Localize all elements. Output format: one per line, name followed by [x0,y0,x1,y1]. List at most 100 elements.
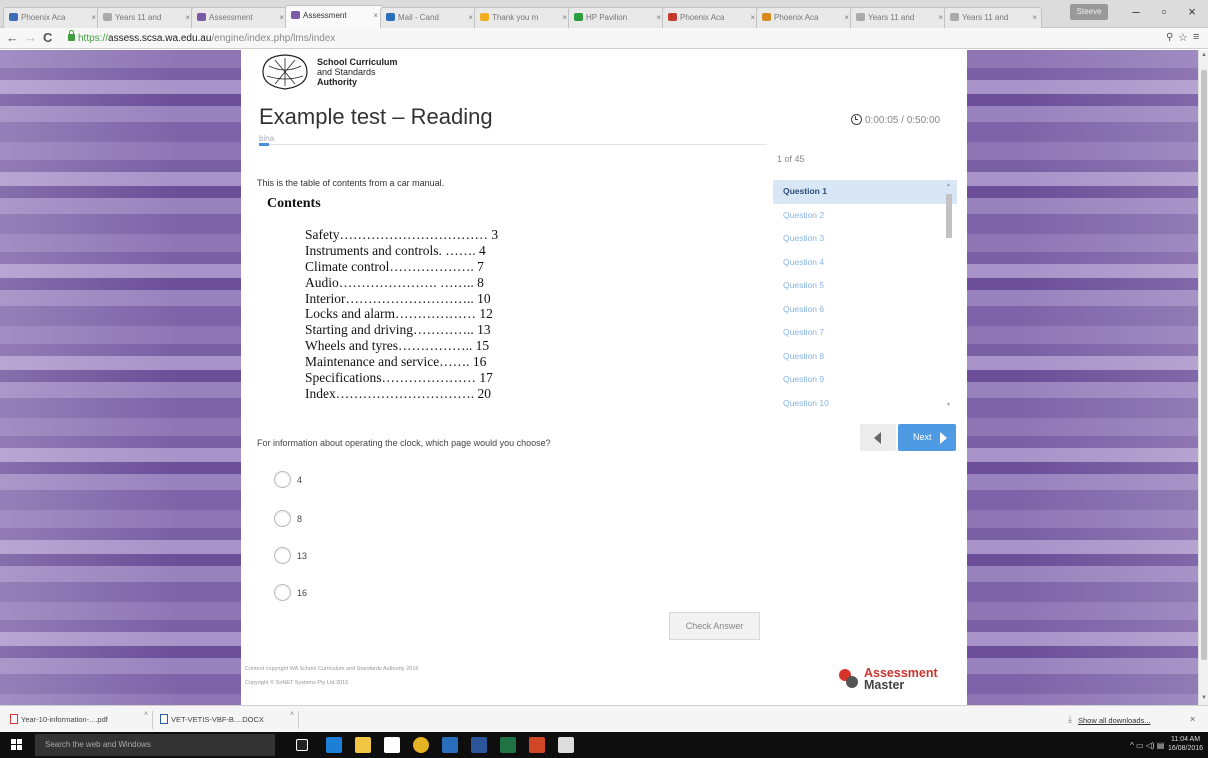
browser-tab[interactable]: Years 11 and × [850,7,948,28]
download-menu-arrow-icon[interactable]: ˄ [144,711,148,718]
scroll-up-icon[interactable]: ▲ [946,182,951,188]
question-list-scrollbar[interactable]: ▲ ▼ [944,182,952,410]
timer: 0:00:05 / 0:50:00 [851,114,940,126]
browser-tab[interactable]: HP Pavilion × [568,7,666,28]
forward-icon[interactable]: → [24,30,37,45]
scrollbar-thumb[interactable] [946,194,952,238]
file-explorer-icon[interactable] [355,737,371,753]
logo-line-3: Authority [317,77,357,87]
tab-close-icon[interactable]: × [185,13,190,22]
extension-icon[interactable]: ⚲ [1166,32,1173,43]
tab-close-icon[interactable]: × [938,13,943,22]
radio-button[interactable] [274,510,291,527]
browser-tab[interactable]: Years 11 and × [97,7,195,28]
bookmark-star-icon[interactable]: ☆ [1178,31,1188,44]
download-item-pdf[interactable]: Year-10-information-....pdf [10,712,108,728]
tab-close-icon[interactable]: × [91,13,96,22]
outlook-icon[interactable] [442,737,458,753]
browser-tab[interactable]: Thank you m × [474,7,572,28]
browser-tab[interactable]: Mail - Cand × [380,7,478,28]
tab-label: Phoenix Aca [774,13,819,22]
question-nav-item[interactable]: Question 10 [773,392,957,415]
tab-close-icon[interactable]: × [468,13,473,22]
next-label: Next [913,432,932,442]
radio-button[interactable] [274,584,291,601]
word-icon[interactable] [471,737,487,753]
radio-button[interactable] [274,471,291,488]
scroll-down-icon[interactable]: ▼ [946,402,951,408]
question-nav-item[interactable]: Question 5 [773,274,957,298]
show-all-downloads-link[interactable]: Show all downloads... [1078,716,1151,725]
tab-close-icon[interactable]: × [844,13,849,22]
page-scrollbar[interactable]: ▲ ▼ [1198,50,1208,705]
address-bar[interactable]: https://assess.scsa.wa.edu.au/engine/ind… [68,30,1158,46]
task-view-icon[interactable] [296,739,308,751]
close-window-icon[interactable]: × [1181,5,1203,21]
previous-question-button[interactable] [860,424,896,451]
browser-tab[interactable]: Phoenix Aca × [3,7,101,28]
maximize-icon[interactable]: ▫ [1153,5,1175,21]
question-counter: 1 of 45 [777,154,805,164]
download-menu-arrow-icon-2[interactable]: ˄ [290,711,294,718]
taskbar-clock[interactable]: 11:04 AM 16/08/2016 [1168,735,1203,753]
download-item-docx[interactable]: VET-VETIS-VBF-B....DOCX [160,712,264,728]
crest-icon [262,54,308,90]
browser-tab[interactable]: Phoenix Aca × [756,7,854,28]
minimize-icon[interactable]: – [1125,5,1147,21]
assessment-panel: School Curriculum and Standards Authorit… [241,50,967,705]
logo-line-2: and Standards [317,67,376,77]
edge-browser-icon[interactable] [326,737,342,753]
check-answer-button[interactable]: Check Answer [669,612,760,640]
powerpoint-icon[interactable] [529,737,545,753]
tab-label: Assessment [303,11,347,20]
toc-entry: Wheels and tyres…………….. 15 [305,338,490,354]
question-nav-item[interactable]: Question 2 [773,204,957,228]
excel-icon[interactable] [500,737,516,753]
answer-option-label: 4 [297,475,303,485]
tab-favicon-icon [574,13,583,21]
title-divider [259,143,767,146]
question-nav-item[interactable]: Question 3 [773,227,957,251]
radio-button[interactable] [274,547,291,564]
store-icon[interactable] [384,737,400,753]
toc-entry: Instruments and controls. ……. 4 [305,242,486,258]
tab-close-icon[interactable]: × [562,13,567,22]
question-nav-item[interactable]: Question 7 [773,321,957,345]
tab-close-icon[interactable]: × [750,13,755,22]
page-scroll-up-icon[interactable]: ▲ [1201,52,1207,58]
tab-close-icon[interactable]: × [1032,13,1037,22]
tab-close-icon[interactable]: × [373,11,378,20]
question-nav-item[interactable]: Question 1 [773,180,957,204]
taskbar-search-input[interactable]: Search the web and Windows [35,734,275,756]
browser-tab[interactable]: Years 11 and × [944,7,1042,28]
page-scrollbar-thumb[interactable] [1201,70,1207,660]
chrome-icon[interactable] [413,737,429,753]
browser-tab[interactable]: Phoenix Aca × [662,7,760,28]
question-nav-item[interactable]: Question 4 [773,251,957,275]
browser-tab[interactable]: Assessment × [285,5,383,29]
toc-entry: Maintenance and service……. 16 [305,354,487,370]
tab-close-icon[interactable]: × [279,13,284,22]
system-tray-icons[interactable]: ^ ▭ ◁) ▤ [1130,741,1164,750]
photos-icon[interactable] [558,737,574,753]
clock-time: 11:04 AM [1170,736,1201,743]
profile-button[interactable]: Steeve [1070,4,1108,20]
url-host: assess.scsa.wa.edu.au [108,33,212,44]
page-scroll-down-icon[interactable]: ▼ [1201,695,1207,701]
tab-favicon-icon [197,13,206,21]
browser-tab[interactable]: Assessment × [191,7,289,28]
windows-start-icon[interactable] [11,739,23,751]
question-nav-item[interactable]: Question 6 [773,298,957,322]
clock-icon [851,114,862,125]
toc-entry: Index…………………………. 20 [305,385,491,401]
browser-toolbar: ← → C https://assess.scsa.wa.edu.au/engi… [0,28,1208,49]
tab-label: Years 11 and [962,13,1009,22]
question-nav-item[interactable]: Question 9 [773,368,957,392]
close-downloads-icon[interactable]: × [1190,714,1195,724]
menu-icon[interactable]: ≡ [1193,31,1199,43]
back-icon[interactable]: ← [6,30,19,45]
next-question-button[interactable]: Next [898,424,956,451]
reload-icon[interactable]: C [43,30,52,45]
question-nav-item[interactable]: Question 8 [773,345,957,369]
tab-close-icon[interactable]: × [656,13,661,22]
